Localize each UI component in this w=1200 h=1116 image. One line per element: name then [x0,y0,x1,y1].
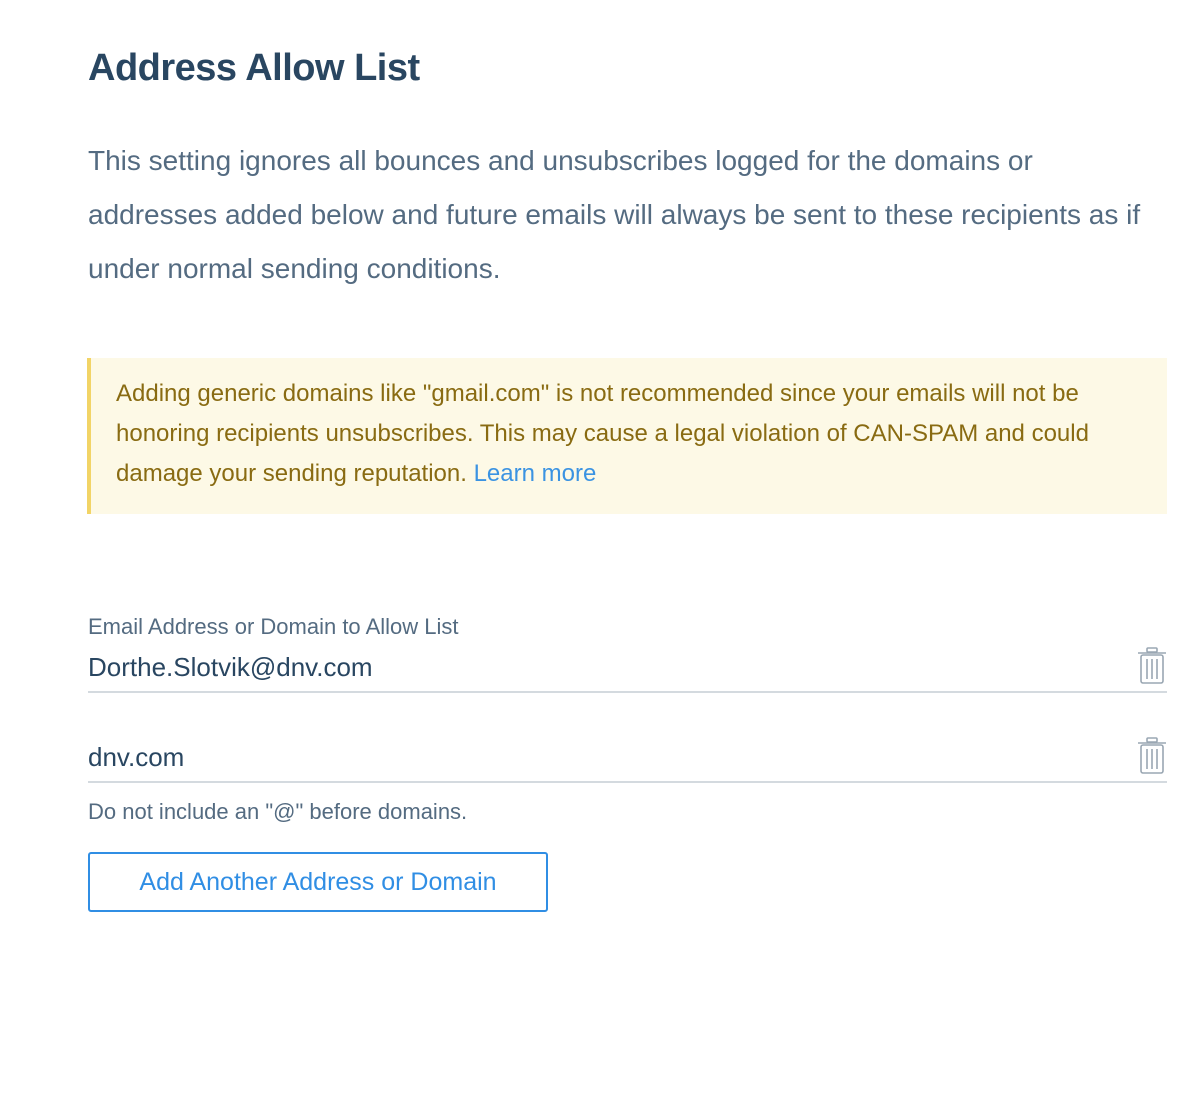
warning-alert: Adding generic domains like "gmail.com" … [87,358,1167,514]
page-title: Address Allow List [88,47,420,89]
learn-more-link[interactable]: Learn more [474,460,597,487]
trash-icon[interactable] [1137,647,1167,685]
allow-list-entry [88,647,1167,693]
add-address-button[interactable]: Add Another Address or Domain [88,852,548,912]
allow-list-input[interactable] [88,647,1088,687]
warning-message: Adding generic domains like "gmail.com" … [116,374,1137,494]
allow-list-entry [88,737,1167,783]
allow-list-input[interactable] [88,737,1088,777]
field-label: Email Address or Domain to Allow List [88,614,459,639]
page-description: This setting ignores all bounces and uns… [88,145,1141,284]
trash-icon[interactable] [1137,737,1167,775]
warning-text: Adding generic domains like "gmail.com" … [116,380,1089,487]
domain-helper-text: Do not include an "@" before domains. [88,799,468,824]
